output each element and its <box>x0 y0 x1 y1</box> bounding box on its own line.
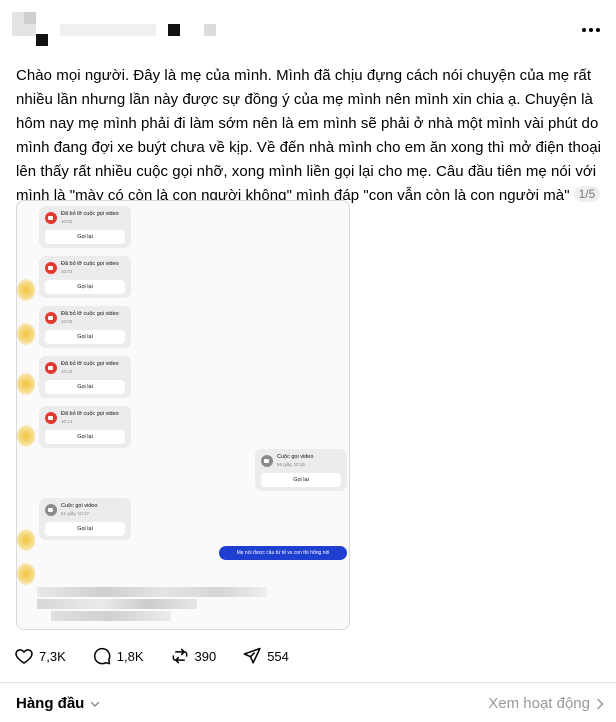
video-call-icon <box>45 262 57 274</box>
outgoing-call-card: Cuộc gọi video 59 giây, 10:16 Gọi lại <box>255 449 347 491</box>
message-bubble: Mẹ nói được câu từ tế vs con thì hổng nó… <box>219 546 347 560</box>
attached-image[interactable]: Đã bỏ lỡ cuộc gọi video 10:02 Gọi lại Đã… <box>16 200 350 630</box>
call-back-button[interactable]: Gọi lại <box>261 473 341 487</box>
share-count: 554 <box>267 648 289 664</box>
sort-dropdown[interactable]: Hàng đầu <box>16 695 100 712</box>
post-body: Chào mọi người. Đây là mẹ của mình. Mình… <box>16 67 602 204</box>
video-call-icon <box>45 412 57 424</box>
repost-icon <box>172 648 187 664</box>
share-button[interactable]: 554 <box>242 646 289 666</box>
comment-count: 1,8K <box>116 648 144 664</box>
censor-sticker <box>17 279 35 301</box>
video-call-icon <box>45 504 57 516</box>
video-call-icon <box>45 212 57 224</box>
missed-call-card: Đã bỏ lỡ cuộc gọi video 10:03 Gọi lại <box>39 256 131 298</box>
heart-icon <box>15 649 33 664</box>
chevron-down-icon <box>91 701 100 707</box>
chevron-right-icon <box>597 698 604 709</box>
view-activity-label: Xem hoạt động <box>488 695 590 712</box>
missed-call-card: Đã bỏ lỡ cuộc gọi video 10:14 Gọi lại <box>39 406 131 448</box>
image-counter: 1/5 <box>573 186 601 202</box>
video-call-icon <box>45 312 57 324</box>
send-icon <box>243 647 261 664</box>
call-back-button[interactable]: Gọi lại <box>45 330 125 344</box>
censored-area <box>37 587 267 597</box>
video-call-icon <box>261 455 273 467</box>
repost-button[interactable]: 390 <box>170 646 217 666</box>
missed-call-card: Đã bỏ lỡ cuộc gọi video 10:05 Gọi lại <box>39 306 131 348</box>
post-header <box>0 0 616 60</box>
missed-call-card: Đã bỏ lỡ cuộc gọi video 10:02 Gọi lại <box>39 206 131 248</box>
comment-icon <box>93 647 111 665</box>
missed-call-card: Đã bỏ lỡ cuộc gọi video 10:10 Gọi lại <box>39 356 131 398</box>
call-back-button[interactable]: Gọi lại <box>45 230 125 244</box>
call-back-button[interactable]: Gọi lại <box>45 280 125 294</box>
username[interactable] <box>60 24 156 36</box>
like-count: 7,3K <box>39 648 66 664</box>
video-call-icon <box>45 362 57 374</box>
sort-label: Hàng đầu <box>16 695 85 712</box>
post-actions: 7,3K 1,8K 390 554 <box>14 645 315 667</box>
repost-count: 390 <box>194 648 217 664</box>
like-button[interactable]: 7,3K <box>14 646 66 666</box>
view-activity-link[interactable]: Xem hoạt động <box>488 695 604 712</box>
call-back-button[interactable]: Gọi lại <box>45 522 125 536</box>
incoming-call-card: Cuộc gọi video 51 giây, 10:17 Gọi lại <box>39 498 131 540</box>
call-back-button[interactable]: Gọi lại <box>45 430 125 444</box>
divider <box>0 682 616 683</box>
call-back-button[interactable]: Gọi lại <box>45 380 125 394</box>
more-options-icon[interactable] <box>580 26 602 34</box>
comment-button[interactable]: 1,8K <box>92 646 144 666</box>
